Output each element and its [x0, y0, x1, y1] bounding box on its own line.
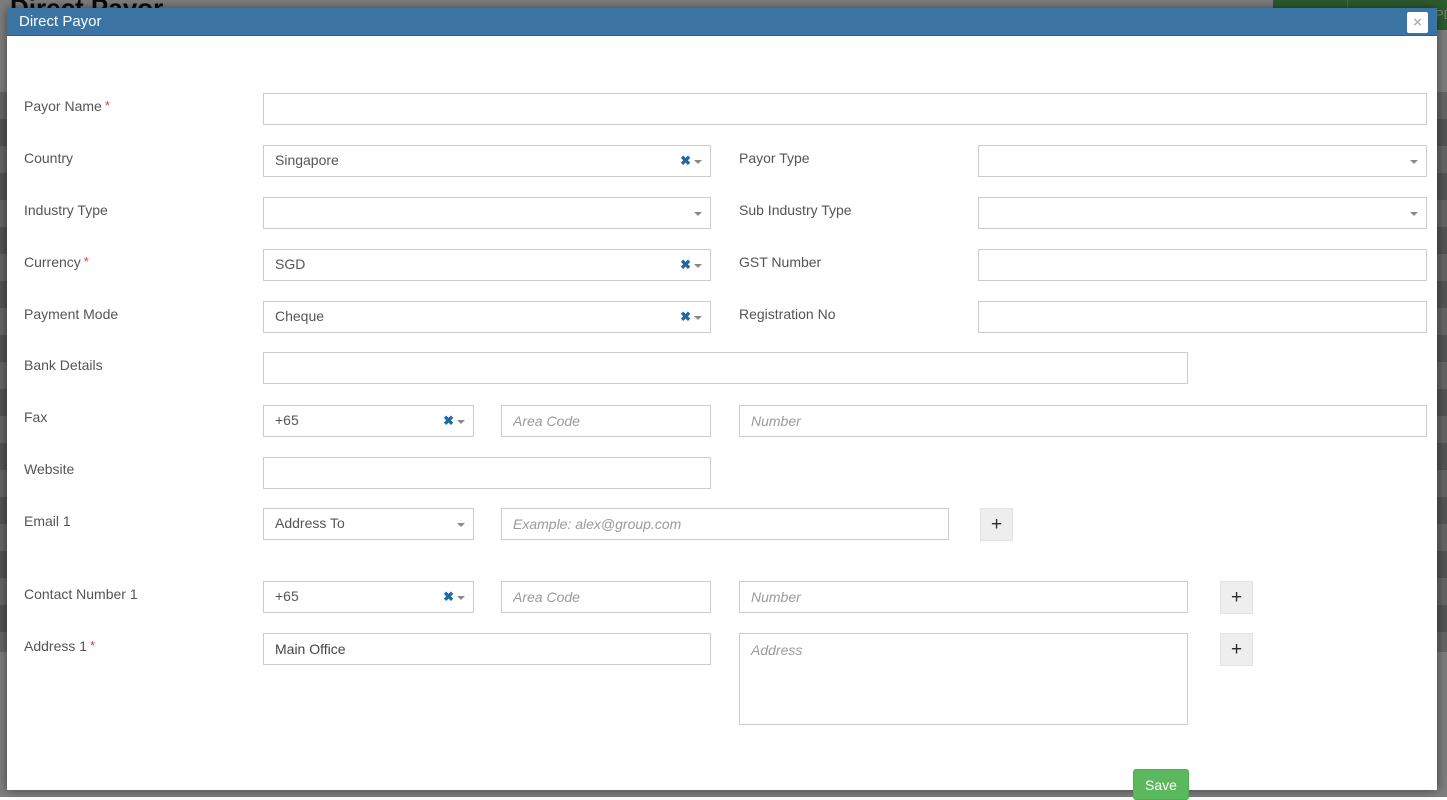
- industry-type-label: Industry Type: [24, 202, 108, 218]
- clear-icon[interactable]: ✖: [680, 308, 691, 326]
- country-select[interactable]: Singapore ✖: [263, 145, 711, 177]
- chevron-down-icon[interactable]: [694, 264, 702, 268]
- payor-name-input[interactable]: [263, 93, 1427, 125]
- plus-icon: +: [991, 514, 1002, 535]
- registration-no-input[interactable]: [978, 301, 1427, 333]
- contact-area-code-input[interactable]: [501, 581, 711, 613]
- clear-icon[interactable]: ✖: [680, 152, 691, 170]
- bank-details-input[interactable]: [263, 352, 1188, 384]
- website-input[interactable]: [263, 457, 711, 489]
- bank-details-label: Bank Details: [24, 357, 103, 373]
- add-contact-button[interactable]: +: [1220, 581, 1253, 614]
- sub-industry-type-label: Sub Industry Type: [739, 202, 852, 218]
- currency-select[interactable]: SGD ✖: [263, 249, 711, 281]
- country-select-value: Singapore: [275, 152, 339, 168]
- email-recipient-type-select[interactable]: Address To: [263, 508, 474, 540]
- add-email-button[interactable]: +: [980, 508, 1013, 541]
- required-asterisk: *: [90, 638, 95, 653]
- plus-icon: +: [1231, 587, 1242, 608]
- chevron-down-icon[interactable]: [694, 212, 702, 216]
- modal-body: Payor Name* Country Singapore ✖ Payor Ty…: [7, 36, 1437, 790]
- address-name-input[interactable]: [263, 633, 711, 665]
- address-textarea[interactable]: [739, 633, 1188, 725]
- email-recipient-type-value: Address To: [275, 515, 345, 531]
- email-1-label: Email 1: [24, 513, 71, 529]
- close-button[interactable]: ×: [1407, 12, 1428, 33]
- plus-icon: +: [1231, 639, 1242, 660]
- payment-mode-select-value: Cheque: [275, 308, 324, 324]
- modal-header: Direct Payor ×: [7, 8, 1437, 36]
- clear-icon[interactable]: ✖: [680, 256, 691, 274]
- contact-country-code-select[interactable]: +65 ✖: [263, 581, 474, 613]
- payment-mode-select[interactable]: Cheque ✖: [263, 301, 711, 333]
- currency-label: Currency*: [24, 254, 89, 270]
- required-asterisk: *: [105, 98, 110, 113]
- modal-title: Direct Payor: [7, 8, 1437, 35]
- email-1-input[interactable]: [501, 508, 949, 540]
- payor-name-label: Payor Name*: [24, 98, 110, 114]
- gst-number-label: GST Number: [739, 254, 821, 270]
- chevron-down-icon[interactable]: [457, 596, 465, 600]
- chevron-down-icon[interactable]: [457, 523, 465, 527]
- contact-number-input[interactable]: [739, 581, 1188, 613]
- payor-type-label: Payor Type: [739, 150, 810, 166]
- industry-type-select[interactable]: [263, 197, 711, 229]
- chevron-down-icon[interactable]: [694, 160, 702, 164]
- contact-country-code-value: +65: [275, 588, 299, 604]
- fax-label: Fax: [24, 409, 47, 425]
- payment-mode-label: Payment Mode: [24, 306, 118, 322]
- fax-country-code-value: +65: [275, 412, 299, 428]
- close-icon: ×: [1413, 14, 1422, 31]
- chevron-down-icon[interactable]: [457, 420, 465, 424]
- clear-icon[interactable]: ✖: [443, 412, 454, 430]
- gst-number-input[interactable]: [978, 249, 1427, 281]
- country-label: Country: [24, 150, 73, 166]
- direct-payor-modal: Direct Payor × Payor Name* Country Singa…: [7, 8, 1437, 790]
- chevron-down-icon[interactable]: [1410, 160, 1418, 164]
- sub-industry-type-select[interactable]: [978, 197, 1427, 229]
- fax-area-code-input[interactable]: [501, 405, 711, 437]
- required-asterisk: *: [84, 254, 89, 269]
- save-button[interactable]: Save: [1133, 769, 1189, 800]
- clear-icon[interactable]: ✖: [443, 588, 454, 606]
- registration-no-label: Registration No: [739, 306, 836, 322]
- add-address-button[interactable]: +: [1220, 633, 1253, 666]
- fax-number-input[interactable]: [739, 405, 1427, 437]
- contact-number-1-label: Contact Number 1: [24, 586, 138, 602]
- website-label: Website: [24, 461, 74, 477]
- payor-type-select[interactable]: [978, 145, 1427, 177]
- chevron-down-icon[interactable]: [694, 316, 702, 320]
- currency-select-value: SGD: [275, 256, 305, 272]
- chevron-down-icon[interactable]: [1410, 212, 1418, 216]
- address-1-label: Address 1*: [24, 638, 95, 654]
- fax-country-code-select[interactable]: +65 ✖: [263, 405, 474, 437]
